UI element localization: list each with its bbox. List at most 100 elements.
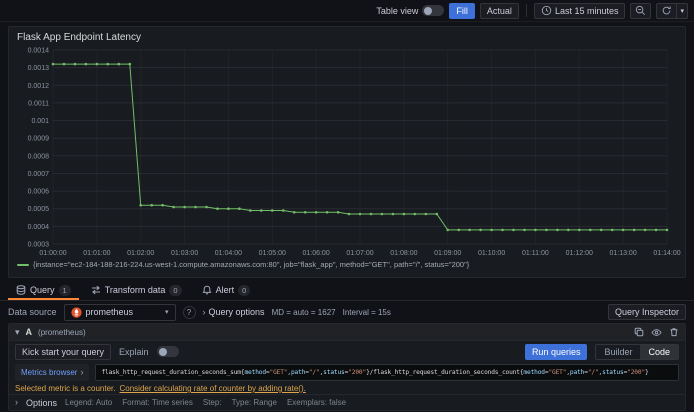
query-inspector-button[interactable]: Query Inspector <box>607 304 686 320</box>
svg-text:01:12:00: 01:12:00 <box>566 250 593 257</box>
svg-text:0.0003: 0.0003 <box>28 242 50 249</box>
tab-query-label: Query <box>30 285 55 295</box>
editor-mode-switch: Builder Code <box>595 343 679 360</box>
legend-marker <box>17 263 29 266</box>
query-toolbar: Kick start your query Explain Run querie… <box>9 341 685 362</box>
svg-text:0.0013: 0.0013 <box>28 65 50 72</box>
fill-button[interactable]: Fill <box>449 2 475 19</box>
option-summary-item: Type: Range <box>231 398 277 407</box>
refresh-control: ▾ <box>656 2 688 19</box>
svg-text:01:05:00: 01:05:00 <box>259 250 286 257</box>
prometheus-icon <box>70 306 82 318</box>
max-data-points-summary: MD = auto = 1627 <box>271 307 336 317</box>
transform-arrows-icon <box>91 285 101 295</box>
svg-text:0.0009: 0.0009 <box>28 136 50 143</box>
panel-flask-latency: Flask App Endpoint Latency 0.0003 0.0004 0… <box>8 26 686 278</box>
svg-text:0.0006: 0.0006 <box>28 189 50 196</box>
table-view-label: Table view <box>376 5 419 16</box>
table-view-control: Table view <box>376 5 445 16</box>
tab-transform-label: Transform data <box>104 285 166 295</box>
svg-text:01:13:00: 01:13:00 <box>609 250 636 257</box>
tab-query[interactable]: Query 1 <box>8 282 79 300</box>
svg-text:01:03:00: 01:03:00 <box>171 250 198 257</box>
kick-start-button[interactable]: Kick start your query <box>15 343 112 360</box>
latency-chart[interactable]: 0.0003 0.0004 0.0005 0.0006 0.0007 0.0008 0.00… <box>17 46 681 258</box>
panel-editor-topbar: Table view Fill Actual Last 15 minutes ▾ <box>0 0 694 22</box>
svg-text:0.0004: 0.0004 <box>28 224 50 231</box>
explain-label: Explain <box>119 346 149 357</box>
copy-icon <box>634 327 644 337</box>
query-ref-id[interactable]: A <box>26 327 33 337</box>
legend[interactable]: {instance="ec2-184-188-216-224.us-west-1… <box>17 260 677 269</box>
time-range-picker[interactable]: Last 15 minutes <box>533 2 626 19</box>
query-options-label: Query options <box>208 307 265 317</box>
duplicate-query-button[interactable] <box>634 327 644 337</box>
chevron-right-icon: › <box>202 306 206 317</box>
query-options-row[interactable]: › Options Legend: Auto Format: Time serie… <box>9 394 685 410</box>
query-count-badge: 1 <box>58 284 71 296</box>
query-editor: ▾ A (prometheus) Kick start your query E… <box>8 323 686 411</box>
metrics-browser-label: Metrics browser <box>21 368 78 377</box>
option-summary-item: Legend: Auto <box>65 398 113 407</box>
refresh-icon <box>661 5 672 16</box>
actual-button[interactable]: Actual <box>479 2 519 19</box>
zoom-out-button[interactable] <box>630 2 652 19</box>
svg-text:0.0012: 0.0012 <box>28 83 50 90</box>
datasource-help-icon[interactable]: ? <box>182 305 196 319</box>
svg-text:01:10:00: 01:10:00 <box>478 250 505 257</box>
collapse-query-icon[interactable]: ▾ <box>15 327 20 337</box>
refresh-button[interactable] <box>656 2 678 19</box>
clock-icon <box>541 5 552 16</box>
magnifier-minus-icon <box>635 5 646 16</box>
tab-alert-label: Alert <box>215 285 235 295</box>
builder-mode-button[interactable]: Builder <box>596 345 640 359</box>
topbar-divider <box>525 4 527 17</box>
option-summary-item: Format: Time series <box>122 398 193 407</box>
refresh-interval-dropdown[interactable]: ▾ <box>677 2 688 19</box>
explain-toggle[interactable] <box>156 346 179 357</box>
chevron-down-icon: ▾ <box>165 309 169 316</box>
editor-tabs: Query 1 Transform data 0 Alert 0 <box>0 282 694 301</box>
svg-text:01:00:00: 01:00:00 <box>39 250 66 257</box>
interval-summary: Interval = 15s <box>342 307 391 317</box>
option-summary-item: Step: <box>202 398 222 407</box>
svg-text:01:09:00: 01:09:00 <box>434 250 461 257</box>
run-queries-button[interactable]: Run queries <box>524 343 588 360</box>
svg-text:0.0014: 0.0014 <box>28 48 50 55</box>
table-view-toggle[interactable] <box>422 5 445 16</box>
query-header: ▾ A (prometheus) <box>9 324 685 341</box>
legend-label: {instance="ec2-184-188-216-224.us-west-1… <box>33 260 470 269</box>
alert-count-badge: 0 <box>238 284 251 296</box>
delete-query-button[interactable] <box>669 327 679 337</box>
database-icon <box>16 285 26 295</box>
datasource-row: Data source prometheus ▾ ? › Query optio… <box>0 301 694 323</box>
chevron-right-icon: › <box>80 367 84 377</box>
query-options-items: Legend: Auto Format: Time series Step: Type… <box>65 398 346 407</box>
tab-alert[interactable]: Alert 0 <box>194 282 259 300</box>
bell-icon <box>202 285 212 295</box>
svg-text:0.0007: 0.0007 <box>28 171 50 178</box>
svg-text:01:08:00: 01:08:00 <box>390 250 417 257</box>
option-summary-item: Exemplars: false <box>286 398 347 407</box>
options-label: Options <box>26 397 58 408</box>
metrics-browser-button[interactable]: Metrics browser › <box>15 364 90 381</box>
datasource-label: Data source <box>8 307 57 317</box>
rate-hint-link[interactable]: Consider calculating rate of counter by … <box>120 384 306 393</box>
svg-text:01:07:00: 01:07:00 <box>346 250 373 257</box>
code-mode-button[interactable]: Code <box>640 344 678 359</box>
query-header-actions <box>634 327 679 337</box>
svg-text:0.001: 0.001 <box>31 118 49 125</box>
datasource-select[interactable]: prometheus ▾ <box>63 303 176 321</box>
panel-title[interactable]: Flask App Endpoint Latency <box>17 30 677 45</box>
chevron-down-icon: ▾ <box>680 7 684 15</box>
chevron-right-icon: › <box>15 397 18 407</box>
transform-count-badge: 0 <box>169 284 182 296</box>
hide-query-button[interactable] <box>651 328 662 337</box>
svg-text:01:02:00: 01:02:00 <box>127 250 154 257</box>
time-range-label: Last 15 minutes <box>554 5 619 16</box>
datasource-name: prometheus <box>85 307 134 317</box>
query-options-toggle[interactable]: › Query options <box>203 307 265 317</box>
promql-expression[interactable]: flask_http_request_duration_seconds_sum{… <box>95 364 679 381</box>
svg-text:0.0008: 0.0008 <box>28 153 50 160</box>
tab-transform[interactable]: Transform data 0 <box>83 282 190 300</box>
